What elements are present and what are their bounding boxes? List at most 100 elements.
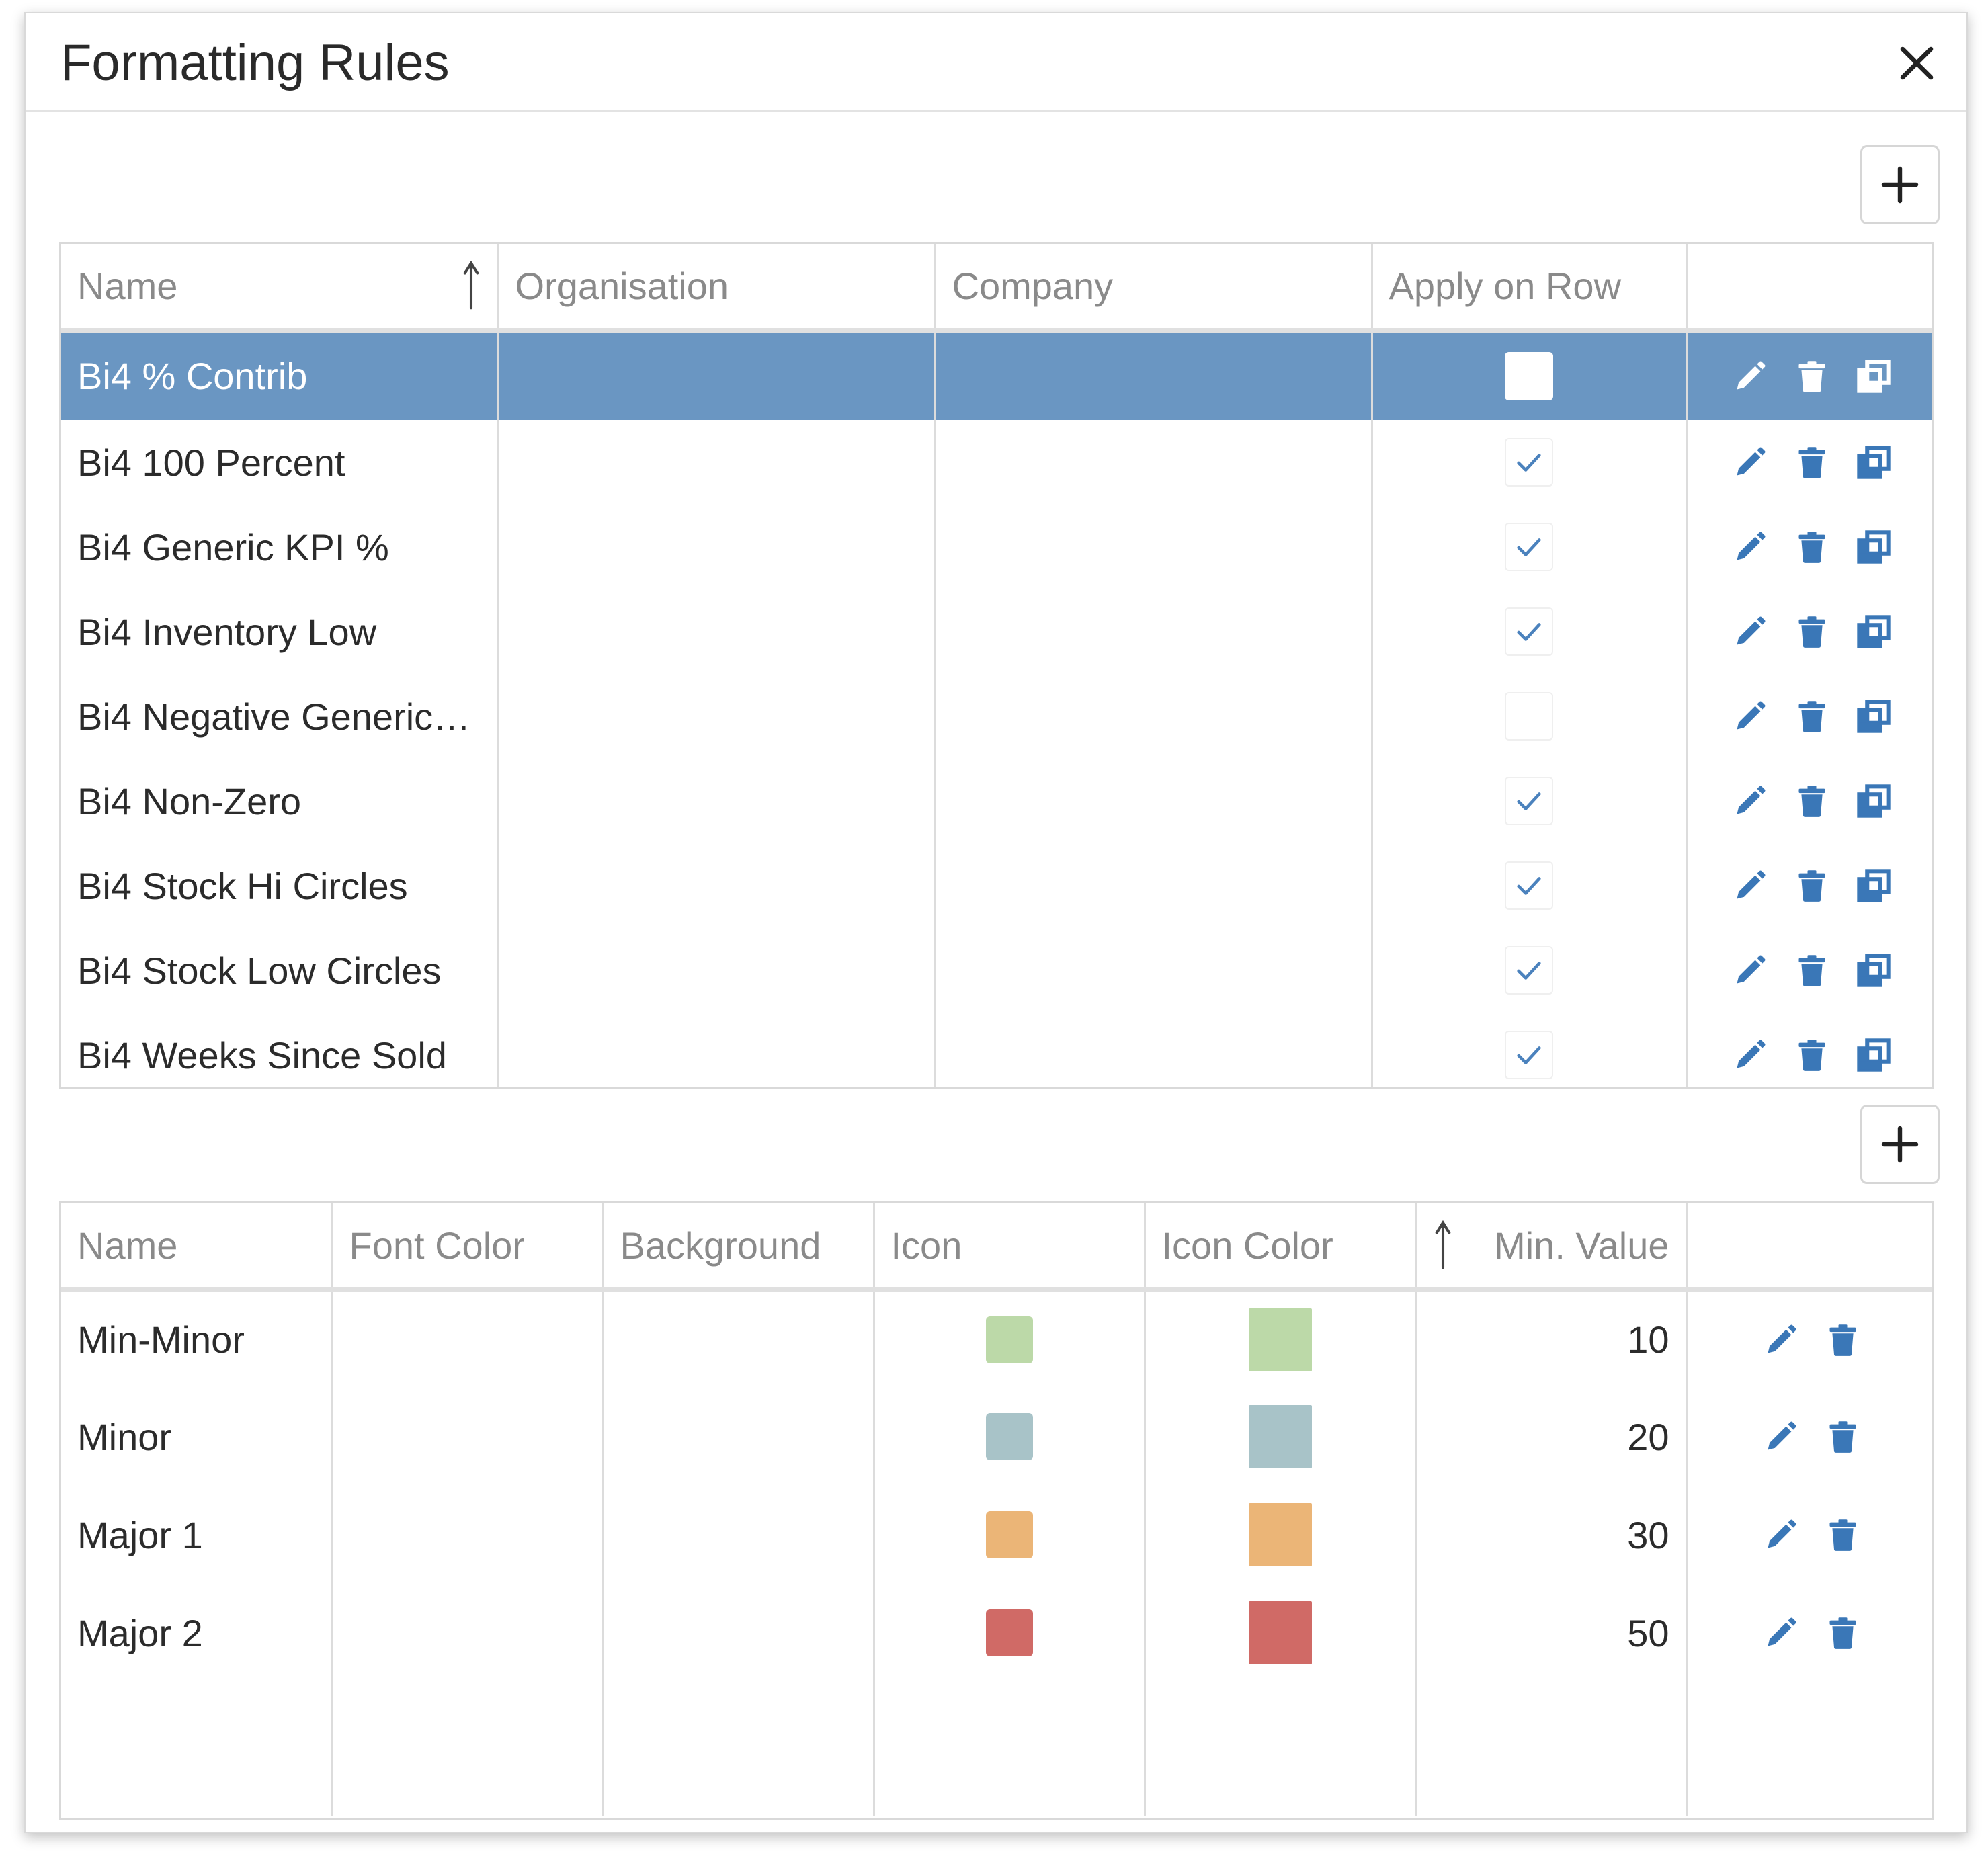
level-icon-cell (874, 1584, 1146, 1682)
rule-row[interactable]: Bi4 Weeks Since Sold (61, 1013, 1932, 1087)
delete-icon[interactable] (1825, 1615, 1860, 1650)
apply-on-row-checkbox[interactable] (1505, 1031, 1553, 1079)
apply-on-row-checkbox[interactable] (1505, 607, 1553, 656)
level-row[interactable]: Major 1 30 (61, 1486, 1932, 1584)
apply-on-row-checkbox[interactable] (1505, 861, 1553, 910)
column-header-company[interactable]: Company (935, 244, 1373, 333)
rule-company-cell (935, 505, 1373, 589)
copy-icon[interactable] (1856, 699, 1891, 734)
rule-company-cell (935, 928, 1373, 1013)
rule-company-cell (935, 589, 1373, 674)
rule-row[interactable]: Bi4 Negative Generic… (61, 674, 1932, 759)
edit-icon[interactable] (1733, 1038, 1768, 1072)
delete-icon[interactable] (1794, 784, 1829, 818)
rule-organisation-cell (498, 928, 936, 1013)
level-actions-cell (1686, 1290, 1932, 1388)
apply-on-row-checkbox[interactable] (1505, 351, 1553, 400)
close-icon[interactable] (1893, 39, 1941, 87)
rule-actions-cell (1686, 843, 1932, 928)
rule-company-cell (935, 759, 1373, 843)
dialog-header: Formatting Rules (26, 13, 1966, 112)
edit-icon[interactable] (1764, 1419, 1798, 1454)
copy-icon[interactable] (1856, 530, 1891, 564)
delete-icon[interactable] (1794, 359, 1829, 394)
apply-on-row-checkbox[interactable] (1505, 692, 1553, 741)
column-header-icon[interactable]: Icon (874, 1203, 1146, 1292)
copy-icon[interactable] (1856, 445, 1891, 480)
checkmark-icon (1514, 955, 1544, 986)
delete-icon[interactable] (1794, 953, 1829, 988)
column-header-icon-color[interactable]: Icon Color (1145, 1203, 1417, 1292)
edit-icon[interactable] (1733, 445, 1768, 480)
delete-icon[interactable] (1794, 614, 1829, 649)
edit-icon[interactable] (1764, 1322, 1798, 1357)
delete-icon[interactable] (1794, 868, 1829, 903)
delete-icon[interactable] (1794, 530, 1829, 564)
apply-on-row-checkbox[interactable] (1505, 438, 1553, 487)
level-name-cell: Min-Minor (61, 1290, 333, 1388)
column-header-min-value[interactable]: Min. Value (1415, 1203, 1688, 1292)
rule-row[interactable]: Bi4 Inventory Low (61, 589, 1932, 674)
rule-apply-on-row-cell (1372, 928, 1688, 1013)
checkmark-icon (1514, 616, 1544, 647)
rule-actions-cell (1686, 420, 1932, 505)
copy-icon[interactable] (1856, 359, 1891, 394)
level-icon-color-cell (1145, 1584, 1417, 1682)
apply-on-row-checkbox[interactable] (1505, 946, 1553, 995)
apply-on-row-checkbox[interactable] (1505, 523, 1553, 571)
add-level-button[interactable] (1860, 1105, 1940, 1184)
rule-name-cell: Bi4 % Contrib (61, 330, 499, 420)
delete-icon[interactable] (1825, 1419, 1860, 1454)
column-header-font-color[interactable]: Font Color (332, 1203, 604, 1292)
levels-table: Name Font Color Background Icon Icon Col… (61, 1203, 1932, 1816)
edit-icon[interactable] (1733, 614, 1768, 649)
apply-on-row-checkbox[interactable] (1505, 777, 1553, 825)
edit-icon[interactable] (1764, 1517, 1798, 1552)
level-row[interactable]: Min-Minor 10 (61, 1290, 1932, 1388)
add-rule-button[interactable] (1860, 145, 1940, 224)
edit-icon[interactable] (1733, 868, 1768, 903)
edit-icon[interactable] (1764, 1615, 1798, 1650)
rule-row[interactable]: Bi4 % Contrib (61, 330, 1932, 420)
column-header-background[interactable]: Background (603, 1203, 875, 1292)
rule-row[interactable]: Bi4 Stock Low Circles (61, 928, 1932, 1013)
column-header-organisation[interactable]: Organisation (498, 244, 936, 333)
delete-icon[interactable] (1794, 699, 1829, 734)
copy-icon[interactable] (1856, 953, 1891, 988)
rule-row[interactable]: Bi4 Non-Zero (61, 759, 1932, 843)
delete-icon[interactable] (1794, 445, 1829, 480)
level-icon-cell (874, 1486, 1146, 1584)
level-row[interactable]: Minor 20 (61, 1388, 1932, 1486)
column-header-name[interactable]: Name (61, 244, 499, 333)
edit-icon[interactable] (1733, 530, 1768, 564)
rule-name-cell: Bi4 Stock Low Circles (61, 928, 499, 1013)
rules-table: Name Organisation Company Apply on Row B… (61, 244, 1932, 1087)
rule-row[interactable]: Bi4 100 Percent (61, 420, 1932, 505)
level-row[interactable]: Major 2 50 (61, 1584, 1932, 1682)
edit-icon[interactable] (1733, 784, 1768, 818)
copy-icon[interactable] (1856, 784, 1891, 818)
rule-row[interactable]: Bi4 Stock Hi Circles (61, 843, 1932, 928)
column-header-apply-on-row[interactable]: Apply on Row (1372, 244, 1688, 333)
rule-organisation-cell (498, 759, 936, 843)
copy-icon[interactable] (1856, 1038, 1891, 1072)
delete-icon[interactable] (1794, 1038, 1829, 1072)
level-min-value-cell: 30 (1415, 1486, 1688, 1584)
copy-icon[interactable] (1856, 614, 1891, 649)
level-actions-cell (1686, 1388, 1932, 1486)
rule-company-cell (935, 674, 1373, 759)
dialog-title: Formatting Rules (60, 34, 450, 91)
edit-icon[interactable] (1733, 953, 1768, 988)
copy-icon[interactable] (1856, 868, 1891, 903)
delete-icon[interactable] (1825, 1517, 1860, 1552)
edit-icon[interactable] (1733, 359, 1768, 394)
level-min-value-cell: 20 (1415, 1388, 1688, 1486)
delete-icon[interactable] (1825, 1322, 1860, 1357)
checkmark-icon (1514, 1040, 1544, 1070)
edit-icon[interactable] (1733, 699, 1768, 734)
rule-company-cell (935, 843, 1373, 928)
column-header-level-name[interactable]: Name (61, 1203, 333, 1292)
rule-row[interactable]: Bi4 Generic KPI % (61, 505, 1932, 589)
plus-icon (1881, 1126, 1919, 1163)
empty-filler-row (61, 1682, 1932, 1816)
